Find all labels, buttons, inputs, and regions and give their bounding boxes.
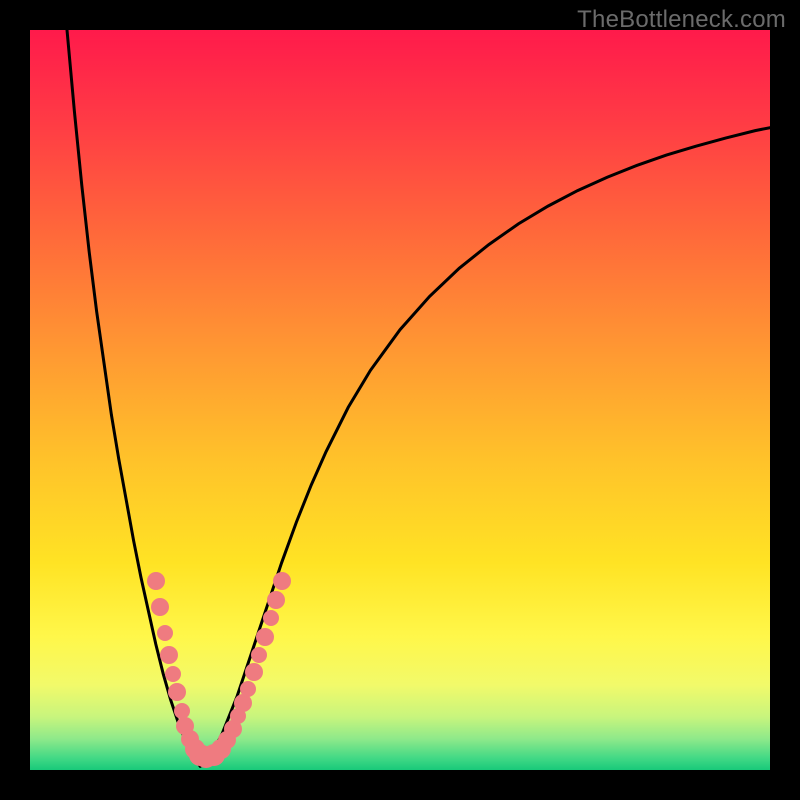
highlight-dot — [147, 572, 165, 590]
highlight-dot — [263, 610, 279, 626]
highlight-dot — [151, 598, 169, 616]
highlight-dot — [157, 625, 173, 641]
highlight-dot — [267, 591, 285, 609]
highlight-dot — [168, 683, 186, 701]
highlight-dot — [165, 666, 181, 682]
chart-frame: TheBottleneck.com — [0, 0, 800, 800]
curve-right-branch — [200, 128, 770, 767]
highlight-dot — [240, 681, 256, 697]
bottleneck-curve — [30, 30, 770, 770]
highlight-dot — [245, 663, 263, 681]
highlight-dot — [160, 646, 178, 664]
highlight-dot — [234, 694, 252, 712]
highlight-dot — [273, 572, 291, 590]
plot-area — [30, 30, 770, 770]
highlight-dot — [256, 628, 274, 646]
highlight-dot — [251, 647, 267, 663]
curve-left-branch — [67, 30, 200, 766]
